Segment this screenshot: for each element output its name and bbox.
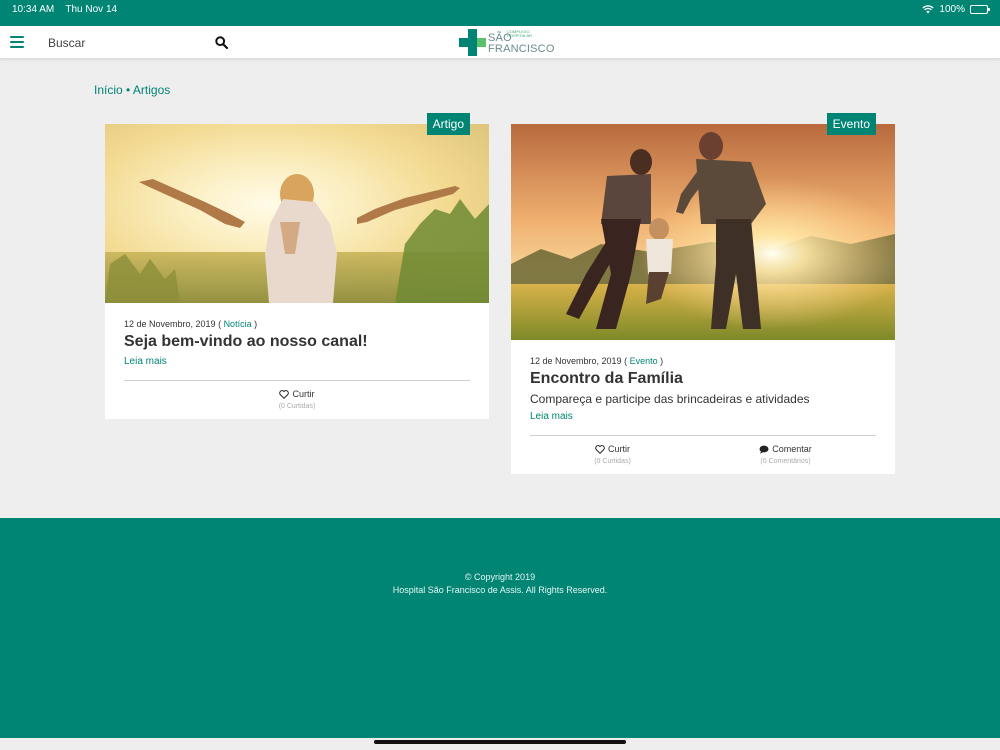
card-description: Compareça e participe das brincadeiras e…: [530, 392, 810, 406]
card-tag: Evento: [826, 113, 876, 135]
status-time: 10:34 AM Thu Nov 14: [12, 4, 118, 15]
wifi-icon: [922, 5, 934, 14]
footer-rights: Hospital São Francisco de Assis. All Rig…: [392, 585, 608, 595]
logo[interactable]: SÃO FRANCISCO COMPLEXO HOSPITALAR: [459, 29, 554, 57]
card-meta: 12 de Novembro, 2019 ( Notícia ): [124, 319, 258, 329]
like-label-row: Curtir: [594, 444, 631, 454]
like-count: (0 Curtidas): [278, 403, 316, 410]
breadcrumb-separator: •: [126, 83, 131, 97]
event-card[interactable]: Evento 12 de Novembro, 2019 (Evento) E…: [511, 113, 895, 474]
like-label: Curtir: [608, 444, 630, 454]
card-category[interactable]: Notícia: [224, 319, 252, 329]
navbar: SÃO FRANCISCO COMPLEXO HOSPITALAR: [0, 26, 1000, 59]
status-right: 100%: [922, 4, 990, 15]
search-input[interactable]: [48, 33, 208, 53]
read-more-link[interactable]: Leia mais: [124, 356, 167, 367]
comment-count: (0 Comentários): [760, 458, 811, 465]
like-button[interactable]: Curtir (0 Curtidas): [594, 444, 631, 465]
battery-icon: [970, 5, 990, 14]
menu-icon[interactable]: [10, 36, 24, 48]
card-tag: Artigo: [426, 113, 470, 135]
home-indicator: [374, 740, 626, 744]
card-body: 12 de Novembro, 2019 ( Evento ) Encontro…: [511, 356, 895, 465]
card-actions: Curtir (0 Curtidas) Comentar (0 Comentár…: [530, 436, 876, 465]
read-more-link[interactable]: Leia mais: [530, 411, 573, 422]
comment-label-row: Comentar: [759, 444, 812, 454]
heart-icon: [279, 389, 290, 399]
breadcrumb: Início • Artigos: [94, 83, 170, 97]
breadcrumb-home[interactable]: Início: [94, 83, 123, 97]
card-body: 12 de Novembro, 2019 ( Notícia ) Seja be…: [105, 319, 489, 410]
comment-label: Comentar: [772, 444, 812, 454]
like-label-row: Curtir: [279, 389, 316, 399]
card-date: 12 de Novembro, 2019: [124, 319, 216, 329]
event-image[interactable]: [511, 124, 895, 340]
heart-icon: [595, 444, 605, 454]
like-label: Curtir: [292, 389, 315, 399]
battery-percent: 100%: [939, 4, 965, 15]
article-card[interactable]: Artigo 12 de Novembro, 2019 ( Notícia) …: [105, 113, 489, 419]
card-title[interactable]: Encontro da Família: [530, 370, 876, 388]
card-date: 12 de Novembro, 2019: [530, 356, 622, 366]
comment-button[interactable]: Comentar (0 Comentários): [759, 444, 812, 465]
search-icon[interactable]: [215, 36, 228, 49]
footer-copyright: © Copyright 2019: [464, 572, 536, 582]
comment-icon: [759, 445, 769, 454]
card-actions: Curtir (0 Curtidas): [124, 381, 470, 410]
card-title[interactable]: Seja bem-vindo ao nosso canal!: [124, 333, 470, 351]
footer: © Copyright 2019 Hospital São Francisco …: [0, 518, 1000, 738]
hospital-cross-icon: [459, 29, 486, 56]
logo-subtitle: COMPLEXO HOSPITALAR: [507, 29, 533, 38]
article-image[interactable]: [105, 124, 489, 303]
status-bar: 10:34 AM Thu Nov 14 100%: [0, 0, 1000, 26]
card-meta: 12 de Novembro, 2019 ( Evento ): [530, 356, 664, 366]
breadcrumb-current: Artigos: [132, 83, 171, 97]
like-button[interactable]: Curtir (0 Curtidas): [279, 389, 316, 410]
card-category[interactable]: Evento: [630, 356, 658, 366]
like-count: (0 Curtidas): [594, 458, 631, 465]
